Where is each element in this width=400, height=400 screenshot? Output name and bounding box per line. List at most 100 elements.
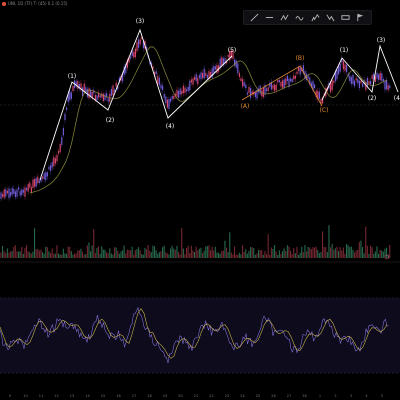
volume-bar [141,254,143,258]
candle [179,88,181,95]
volume-bar [243,251,245,258]
volume-bar [120,251,122,258]
candle [227,54,229,58]
volume-bar [147,245,149,258]
candle [293,75,295,80]
elliott-wave-icon [311,13,320,22]
volume-bar [70,251,72,258]
volume-bar [299,252,301,258]
volume-bar [226,247,228,258]
wave-label: (B) [296,55,305,62]
candle [166,99,168,108]
candle [237,63,239,73]
volume-bar [165,252,167,258]
candle [378,74,380,80]
volume-bar [290,250,292,258]
volume-bar [62,248,64,258]
zigzag-tool[interactable] [279,12,290,23]
candle [165,96,167,104]
volume-bar [210,250,212,258]
wave-label: (3) [377,37,386,44]
volume-bar [171,245,173,258]
volume-bar [173,248,175,258]
volume-bar [386,247,388,258]
candle [354,80,356,87]
volume-bar [360,240,362,258]
candle [43,173,45,180]
volume-bar [373,253,375,258]
candle [235,60,237,68]
volume-bar [302,252,304,258]
volume-bar [366,245,368,258]
volume-bar [358,241,360,258]
candle [5,189,7,197]
candle [155,71,157,75]
volume-bar [232,254,234,258]
volume-bar [38,250,40,258]
candle [157,75,159,85]
volume-bar [288,246,290,258]
volume-bar [139,250,141,258]
candle [187,86,189,91]
x-axis-label: 22 [209,394,213,398]
candle [262,87,264,98]
measure-tool[interactable] [340,12,351,23]
volume-bar [250,246,252,258]
volume-bar [214,246,216,258]
candle [298,67,300,72]
candle [266,88,268,92]
volume-bar [158,252,160,258]
volume-bar [155,250,157,258]
volume-bar [242,245,244,258]
horizontal-line-tool[interactable] [264,12,275,23]
wave-label: (4) [394,95,400,102]
volume-bar [130,250,132,258]
candle [46,172,48,177]
volume-bar [378,253,380,258]
volume-bar [67,246,69,258]
candle [210,71,212,77]
candle [362,83,364,87]
volume-bar [318,253,320,258]
candle [194,76,196,80]
flag-tool[interactable] [355,12,366,23]
candle [21,189,23,196]
volume-bar [109,248,111,258]
candle [370,80,372,85]
elliott-correction-tool[interactable] [325,12,336,23]
volume-bar [125,253,127,258]
volume-bar [133,254,135,258]
candle [82,87,84,96]
volume-bar [43,253,45,258]
candle [115,82,117,87]
candle [371,75,373,79]
volume-bar [282,251,284,258]
volume-bar [323,246,325,258]
candle [130,56,132,59]
candle [344,64,346,71]
elliott-wave-tool[interactable] [310,12,321,23]
x-axis-label: 12 [54,394,58,398]
candle [10,192,12,197]
candle [277,80,279,83]
volume-bar [333,249,335,258]
candle [19,191,21,196]
volume-bar [181,228,183,258]
volume-bar [206,246,208,258]
price-chart[interactable]: (1) (2) (3) (4) (5) (A) (B) (C) (1) (2) (3) (4) 9 10 1… [0,0,400,400]
volume-bar [365,226,367,258]
volume-bar [322,231,324,258]
candle [42,176,44,179]
wave-label: (4) [166,123,175,130]
candle [274,84,276,91]
candle [346,64,348,73]
volume-bar [235,254,237,258]
volume-bar [374,251,376,258]
candle [13,189,15,194]
candle [96,95,98,101]
volume-bar [211,246,213,258]
candle [336,69,338,80]
candle [198,75,200,79]
wave-tool[interactable] [294,12,305,23]
trend-line-tool[interactable] [249,12,260,23]
